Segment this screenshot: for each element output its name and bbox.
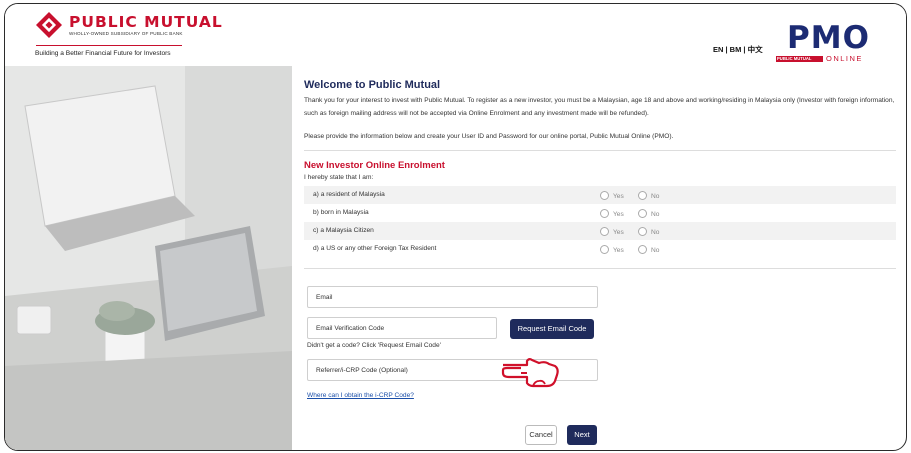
question-row: c) a Malaysia Citizen Yes No <box>304 222 896 240</box>
public-mutual-logo-icon <box>36 12 62 38</box>
brand-subtitle: WHOLLY-OWNED SUBSIDIARY OF PUBLIC BANK <box>69 31 183 36</box>
no-code-hint: Didn't get a code? Click 'Request Email … <box>307 342 441 349</box>
page-title: Welcome to Public Mutual <box>304 79 441 91</box>
logo-divider <box>36 45 182 46</box>
instruction-text: Please provide the information below and… <box>304 133 674 140</box>
browser-frame: PUBLIC MUTUAL WHOLLY-OWNED SUBSIDIARY OF… <box>4 3 907 451</box>
pointing-hand-icon <box>501 358 559 388</box>
divider <box>304 268 896 269</box>
hero-image <box>5 66 292 450</box>
yes-radio[interactable]: Yes <box>600 191 624 200</box>
office-desk-illustration <box>5 66 292 450</box>
radio-circle-icon <box>600 191 609 200</box>
no-radio[interactable]: No <box>638 245 659 254</box>
yes-radio[interactable]: Yes <box>600 209 624 218</box>
radio-circle-icon <box>600 209 609 218</box>
radio-circle-icon <box>600 245 609 254</box>
radio-circle-icon <box>638 227 647 236</box>
pmo-logo-text: PMO <box>787 20 870 56</box>
site-header: PUBLIC MUTUAL WHOLLY-OWNED SUBSIDIARY OF… <box>5 4 906 66</box>
pmo-logo-online: ONLINE <box>826 54 863 63</box>
brand-name: PUBLIC MUTUAL <box>69 13 223 31</box>
next-button[interactable]: Next <box>567 425 597 445</box>
tagline: Building a Better Financial Future for I… <box>35 50 171 57</box>
question-label: b) born in Malaysia <box>313 209 369 216</box>
question-label: a) a resident of Malaysia <box>313 191 385 198</box>
question-row: b) born in Malaysia Yes No <box>304 204 896 222</box>
radio-circle-icon <box>600 227 609 236</box>
radio-circle-icon <box>638 209 647 218</box>
radio-circle-icon <box>638 245 647 254</box>
language-switcher[interactable]: EN | BM | 中文 <box>713 44 763 55</box>
no-radio[interactable]: No <box>638 191 659 200</box>
yes-radio[interactable]: Yes <box>600 245 624 254</box>
main-content: Welcome to Public Mutual Thank you for y… <box>292 66 906 450</box>
no-radio[interactable]: No <box>638 227 659 236</box>
intro-text: Thank you for your interest to invest wi… <box>304 97 895 117</box>
email-field[interactable]: Email <box>307 286 598 308</box>
section-title: New Investor Online Enrolment <box>304 160 445 171</box>
no-radio[interactable]: No <box>638 209 659 218</box>
question-row: d) a US or any other Foreign Tax Residen… <box>304 240 896 258</box>
cancel-button[interactable]: Cancel <box>525 425 557 445</box>
question-label: c) a Malaysia Citizen <box>313 227 374 234</box>
question-row: a) a resident of Malaysia Yes No <box>304 186 896 204</box>
radio-circle-icon <box>638 191 647 200</box>
request-email-code-button[interactable]: Request Email Code <box>510 319 594 339</box>
verification-code-field[interactable]: Email Verification Code <box>307 317 497 339</box>
question-label: d) a US or any other Foreign Tax Residen… <box>313 245 437 252</box>
statement-text: I hereby state that I am: <box>304 174 374 181</box>
yes-radio[interactable]: Yes <box>600 227 624 236</box>
icrp-code-link[interactable]: Where can I obtain the i-CRP Code? <box>307 392 414 399</box>
pmo-logo[interactable]: PMO PUBLIC MUTUAL ONLINE <box>773 20 878 63</box>
pmo-logo-bar-text: PUBLIC MUTUAL <box>777 56 812 61</box>
divider <box>304 150 896 151</box>
